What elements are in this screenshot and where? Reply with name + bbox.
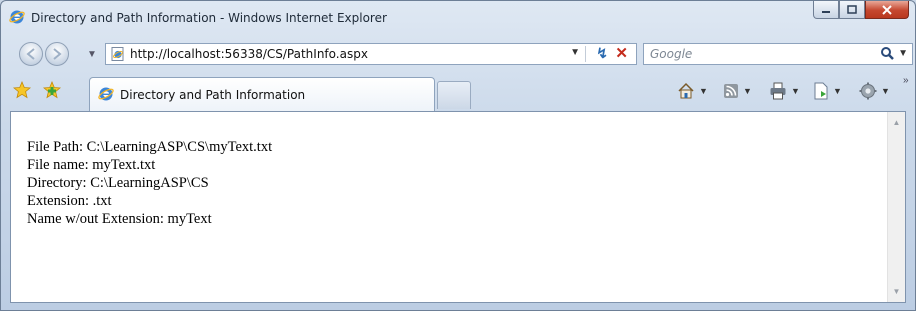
file-path-line: File Path: C:\LearningASP\CS\myText.txt [27, 139, 273, 155]
title-bar[interactable]: Directory and Path Information - Windows… [1, 1, 915, 39]
file-name-line: File name: myText.txt [27, 157, 156, 173]
home-icon [678, 82, 694, 99]
directory-line: Directory: C:\LearningASP\CS [27, 175, 209, 191]
vertical-scrollbar[interactable]: ▲ ▼ [887, 112, 905, 302]
favorites-star-icon[interactable] [13, 81, 31, 99]
ie-logo-icon [9, 10, 25, 24]
print-icon [770, 82, 786, 100]
address-separator [585, 46, 586, 62]
feeds-icon [724, 84, 738, 98]
address-url[interactable]: http://localhost:56338/CS/PathInfo.aspx [130, 47, 368, 61]
back-arrow-icon [26, 48, 35, 60]
refresh-icon[interactable]: ↯ [596, 45, 608, 62]
search-dropdown-icon[interactable]: ▼ [898, 48, 908, 59]
minimize-button[interactable] [813, 1, 839, 19]
browser-window: Directory and Path Information - Windows… [0, 0, 916, 311]
tools-dropdown-icon[interactable]: ▼ [881, 86, 890, 96]
page-button[interactable]: ▼ [813, 81, 842, 101]
maximize-icon [847, 5, 857, 14]
back-button[interactable] [19, 42, 43, 66]
more-commands-chevron-icon[interactable]: » [903, 75, 909, 86]
search-input[interactable]: Google [650, 47, 692, 61]
minimize-icon [822, 10, 830, 13]
caption-buttons [813, 1, 909, 21]
tab-ie-icon [98, 87, 114, 101]
name-without-extension-line: Name w/out Extension: myText [27, 211, 212, 227]
address-dropdown-icon[interactable]: ▼ [570, 47, 580, 58]
forward-arrow-icon [53, 48, 62, 60]
tab-active[interactable]: Directory and Path Information [89, 77, 435, 111]
tab-bar: Directory and Path Information ▼ ▼ ▼ ▼ ▼… [1, 73, 915, 111]
feeds-button[interactable]: ▼ [723, 81, 752, 101]
path-info-text: File Path: C:\LearningASP\CS\myText.txt … [27, 138, 272, 228]
extension-line: Extension: .txt [27, 193, 112, 209]
scroll-up-arrow-icon[interactable]: ▲ [888, 114, 905, 131]
scroll-down-arrow-icon[interactable]: ▼ [888, 283, 905, 300]
home-dropdown-icon[interactable]: ▼ [699, 86, 708, 96]
recent-pages-dropdown-icon[interactable]: ▼ [87, 49, 97, 60]
print-button[interactable]: ▼ [769, 81, 800, 101]
new-tab-button[interactable] [437, 81, 471, 109]
home-button[interactable]: ▼ [677, 81, 708, 101]
forward-button[interactable] [45, 42, 69, 66]
navigation-bar: ▼ http://localhost:56338/CS/PathInfo.asp… [1, 39, 915, 71]
close-icon [882, 4, 892, 15]
page-content: File Path: C:\LearningASP\CS\myText.txt … [10, 111, 906, 303]
window-title: Directory and Path Information - Windows… [31, 11, 387, 25]
stop-icon[interactable]: ✕ [615, 44, 628, 62]
print-dropdown-icon[interactable]: ▼ [791, 86, 800, 96]
page-icon [814, 82, 828, 100]
search-bar[interactable]: Google ▼ [643, 43, 913, 65]
tools-button[interactable]: ▼ [859, 81, 890, 101]
feeds-dropdown-icon[interactable]: ▼ [743, 86, 752, 96]
close-button[interactable] [865, 1, 909, 19]
search-icon[interactable] [880, 46, 894, 60]
maximize-button[interactable] [839, 1, 865, 19]
tab-label: Directory and Path Information [120, 88, 306, 102]
add-favorites-icon[interactable] [43, 81, 61, 99]
tools-gear-icon [859, 82, 877, 100]
page-dropdown-icon[interactable]: ▼ [833, 86, 842, 96]
page-ie-icon [111, 47, 124, 61]
address-bar[interactable]: http://localhost:56338/CS/PathInfo.aspx … [105, 43, 637, 65]
